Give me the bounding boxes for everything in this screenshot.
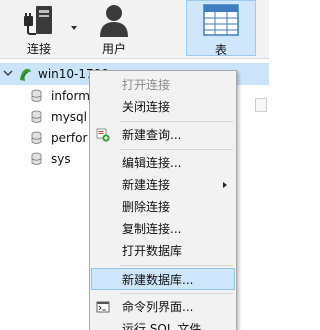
- menu-item-label: 新建查询...: [122, 128, 182, 142]
- menu-separator: [120, 149, 233, 150]
- toolbar: 连接 用户 表: [0, 0, 269, 59]
- connect-dropdown-arrow-icon[interactable]: [71, 26, 77, 30]
- table-icon: [203, 4, 239, 36]
- plug-icon: [24, 6, 52, 35]
- menu-item-label: 关闭连接: [122, 100, 171, 114]
- menu-item-label: 新建连接: [122, 178, 171, 192]
- database-name: inform: [51, 89, 90, 103]
- menu-item-open-database[interactable]: 打开数据库: [91, 240, 235, 262]
- context-menu: 打开连接 关闭连接 新建查询... 编辑连接... 新建连接 删除连接 复制连接…: [89, 70, 237, 330]
- menu-item-command-line[interactable]: 命令列界面...: [91, 296, 235, 318]
- database-icon: [31, 110, 42, 123]
- menu-item-label: 复制连接...: [122, 222, 182, 236]
- database-icon: [31, 131, 42, 144]
- database-icon: [31, 152, 42, 165]
- submenu-arrow-icon: [223, 182, 227, 188]
- menu-item-open-connection[interactable]: 打开连接: [91, 74, 235, 96]
- connect-label: 连接: [26, 42, 51, 56]
- menu-item-label: 新建数据库...: [122, 273, 194, 287]
- database-name: sys: [51, 152, 71, 166]
- new-query-icon: [96, 128, 110, 142]
- menu-separator: [120, 121, 233, 122]
- database-name: mysql: [51, 110, 87, 124]
- menu-separator: [120, 293, 233, 294]
- menu-item-label: 打开数据库: [122, 244, 183, 258]
- menu-item-label: 命令列界面...: [122, 300, 194, 314]
- database-name: perfor: [51, 131, 88, 145]
- user-icon: [100, 5, 128, 37]
- menu-item-label: 编辑连接...: [122, 156, 182, 170]
- menu-item-copy-connection[interactable]: 复制连接...: [91, 218, 235, 240]
- menu-item-close-connection[interactable]: 关闭连接: [91, 96, 235, 118]
- menu-item-label: 打开连接: [122, 78, 171, 92]
- menu-item-new-connection[interactable]: 新建连接: [91, 174, 235, 196]
- terminal-icon: [96, 301, 110, 313]
- menu-item-run-sql-file[interactable]: 运行 SQL 文件...: [91, 318, 235, 330]
- mysql-connection-icon: [20, 68, 31, 81]
- menu-item-new-database[interactable]: 新建数据库...: [91, 268, 235, 290]
- right-panel-icon: [255, 98, 267, 112]
- collapse-chevron-icon[interactable]: [3, 68, 13, 78]
- user-button[interactable]: 用户: [78, 0, 150, 58]
- table-label: 表: [214, 43, 227, 57]
- table-button[interactable]: 表: [186, 0, 256, 57]
- menu-item-new-query[interactable]: 新建查询...: [91, 124, 235, 146]
- database-icon: [31, 89, 42, 102]
- menu-separator: [120, 265, 233, 266]
- connect-button[interactable]: 连接: [8, 0, 70, 58]
- menu-item-label: 运行 SQL 文件...: [122, 322, 213, 330]
- menu-item-delete-connection[interactable]: 删除连接: [91, 196, 235, 218]
- menu-item-label: 删除连接: [122, 200, 171, 214]
- menu-item-edit-connection[interactable]: 编辑连接...: [91, 152, 235, 174]
- user-label: 用户: [101, 42, 126, 56]
